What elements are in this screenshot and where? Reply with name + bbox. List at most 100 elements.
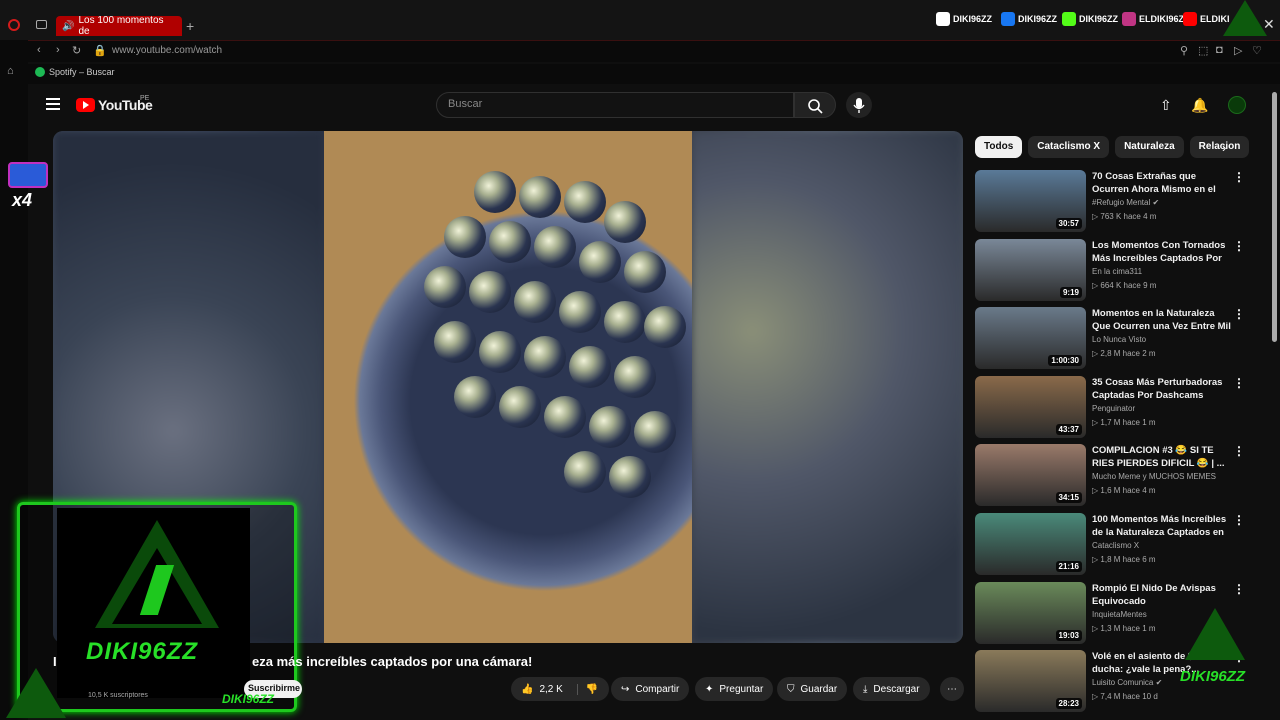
recommendation-thumbnail[interactable]: 43:37 — [975, 375, 1086, 438]
recommendation-thumbnail[interactable]: 30:57 — [975, 170, 1086, 232]
upload-age: hace 6 m — [1122, 555, 1156, 564]
recommendation-channel[interactable]: Penguinator — [1092, 404, 1135, 413]
share-label: Compartir — [635, 683, 680, 695]
mic-icon — [853, 98, 865, 113]
recommendation-title[interactable]: 70 Cosas Extrañas que Ocurren Ahora Mism… — [1092, 170, 1232, 197]
recommendation-title[interactable]: 35 Cosas Más Perturbadoras Captadas Por … — [1092, 376, 1232, 402]
views-icon: ▷ — [1092, 623, 1099, 633]
notifications-icon[interactable]: 🔔 — [1191, 97, 1208, 114]
download-button[interactable]: ⤓ Descargar — [853, 677, 930, 701]
snapshot-icon[interactable]: ⬚ — [1198, 44, 1208, 57]
search-button[interactable] — [794, 92, 836, 118]
recommendation-item[interactable]: 21:16 100 Momentos Más Increíbles de la N… — [975, 513, 1265, 575]
search-input[interactable]: Buscar — [436, 92, 794, 118]
channel-name: Mucho Meme y MUCHOS MEMES — [1092, 472, 1217, 482]
streamer-bottom-logo-icon — [6, 668, 66, 718]
recommendation-title[interactable]: COMPILACION #3 😂 SI TE RIES PIERDES DIFI… — [1092, 444, 1232, 470]
play-icon[interactable]: ▷ — [1234, 44, 1242, 57]
chip-3[interactable]: Relacion — [1189, 136, 1250, 158]
recommendation-meta: ▷ 7,4 M hace 10 d — [1092, 692, 1158, 701]
bookmark-spotify[interactable]: Spotify – Buscar — [35, 67, 115, 77]
chevron-right-icon[interactable]: › — [1222, 140, 1226, 155]
youtube-icon — [1183, 12, 1197, 26]
sidebar-pin-icon[interactable]: ⌂ — [7, 65, 14, 77]
recommendation-channel[interactable]: Luisito Comunica ✔ — [1092, 678, 1162, 687]
close-icon[interactable]: ✕ — [1263, 16, 1275, 33]
recommendation-title[interactable]: Momentos en la Naturaleza Que Ocurren un… — [1092, 307, 1232, 334]
social-handle: DIKI96ZZ — [936, 12, 992, 26]
recommendation-thumbnail[interactable]: 19:03 — [975, 581, 1086, 644]
recommendation-channel[interactable]: InquietaMentes — [1092, 610, 1147, 619]
video-blur-right — [692, 131, 963, 643]
menu-icon[interactable] — [46, 98, 60, 110]
scrollbar-thumb[interactable] — [1272, 92, 1277, 342]
views-count: 2,8 M — [1100, 349, 1121, 359]
upload-icon[interactable]: ⇧ — [1160, 97, 1172, 114]
back-icon[interactable]: ‹ — [37, 44, 41, 56]
dislike-icon[interactable]: 👎 — [576, 683, 598, 695]
recommendation-thumbnail[interactable]: 28:23 — [975, 650, 1086, 713]
more-options-icon[interactable]: ⋮ — [1233, 513, 1245, 527]
heart-icon[interactable]: ♡ — [1252, 44, 1262, 57]
ask-button[interactable]: ✦ Preguntar — [695, 677, 774, 701]
upload-age: hace 9 m — [1123, 280, 1157, 290]
streamer-logo-text: DIKI96ZZ — [86, 638, 199, 665]
new-tab-button[interactable]: + — [186, 18, 194, 34]
url-field[interactable]: www.youtube.com/watch — [112, 45, 222, 56]
chip-1[interactable]: Cataclismo X — [1028, 136, 1110, 158]
recommendation-item[interactable]: 1:00:30 Momentos en la Naturaleza Que Ocu… — [975, 307, 1265, 370]
views-count: 1,8 M — [1100, 555, 1121, 564]
video-title: eza más increíbles captados por una cáma… — [252, 654, 533, 669]
tab-overview-icon[interactable] — [36, 20, 47, 29]
more-options-icon[interactable]: ⋮ — [1233, 307, 1245, 321]
voice-search-button[interactable] — [846, 92, 872, 118]
recommendation-channel[interactable]: En la cima311 — [1092, 267, 1142, 276]
tab-youtube[interactable]: 🔊 Los 100 momentos de — [56, 15, 182, 37]
recommendation-title[interactable]: 100 Momentos Más Increíbles de la Natura… — [1092, 513, 1232, 540]
recommendation-thumbnail[interactable]: 21:16 — [975, 513, 1086, 575]
social-handle-label: ELDIKI96ZZ — [1139, 14, 1190, 24]
recommendation-meta: ▷ 2,8 M hace 2 m — [1092, 349, 1156, 358]
recommendation-item[interactable]: 9:19 Los Momentos Con Tornados Más Increí… — [975, 238, 1265, 301]
facebook-icon — [1001, 12, 1015, 26]
more-options-icon[interactable]: ⋮ — [1233, 376, 1245, 390]
recommendation-channel[interactable]: Mucho Meme y MUCHOS MEMES — [1092, 472, 1216, 481]
more-options-icon[interactable]: ⋮ — [1233, 582, 1245, 596]
recommendation-thumbnail[interactable]: 1:00:30 — [975, 307, 1086, 370]
like-count[interactable]: 2,2 K — [539, 684, 562, 695]
duration-badge: 30:57 — [1055, 218, 1082, 229]
recommendation-channel[interactable]: Cataclismo X — [1092, 541, 1139, 550]
recommendation-item[interactable]: 30:57 70 Cosas Extrañas que Ocurren Ahora… — [975, 170, 1265, 232]
views-count: 1,7 M — [1100, 417, 1121, 427]
more-actions-button[interactable]: ⋯ — [940, 677, 964, 701]
recommendation-channel[interactable]: Lo Nunca Visto — [1092, 335, 1146, 344]
channel-name: Luisito Comunica — [1092, 678, 1154, 688]
social-handle: DIKI96ZZ — [1062, 12, 1118, 26]
forward-icon[interactable]: › — [56, 44, 60, 56]
recommendation-meta: ▷ 1,8 M hace 6 m — [1092, 555, 1156, 564]
share-button[interactable]: ↪ Compartir — [611, 677, 690, 701]
recommendation-channel[interactable]: #Refugio Mental ✔ — [1092, 198, 1159, 207]
save-button[interactable]: ⛉ Guardar — [777, 677, 848, 701]
channel-name: #Refugio Mental — [1092, 198, 1151, 207]
more-options-icon[interactable]: ⋮ — [1233, 444, 1245, 458]
chip-0[interactable]: Todos — [975, 136, 1023, 158]
opera-logo-icon[interactable] — [8, 19, 20, 31]
more-options-icon[interactable]: ⋮ — [1233, 239, 1245, 253]
more-options-icon[interactable]: ⋮ — [1233, 170, 1245, 184]
pin-icon[interactable]: ⚲ — [1180, 44, 1188, 57]
channel-name: Penguinator — [1092, 403, 1136, 413]
shield-icon[interactable]: ◘ — [1216, 44, 1223, 56]
recommendation-thumbnail[interactable]: 34:15 — [975, 444, 1086, 507]
spotify-icon — [35, 67, 45, 77]
streamer-right-text: DIKI96ZZ — [1180, 668, 1246, 685]
recommendation-thumbnail[interactable]: 9:19 — [975, 238, 1086, 301]
recommendation-title[interactable]: Rompió El Nido De Avispas Equivocado — [1092, 582, 1232, 608]
avatar[interactable] — [1228, 96, 1246, 114]
chip-2[interactable]: Naturaleza — [1115, 136, 1184, 158]
recommendation-item[interactable]: 43:37 35 Cosas Más Perturbadoras Captadas… — [975, 375, 1265, 438]
recommendation-title[interactable]: Los Momentos Con Tornados Más Increíbles… — [1092, 239, 1232, 266]
reload-icon[interactable]: ↻ — [72, 44, 81, 57]
recommendation-item[interactable]: 34:15 COMPILACION #3 😂 SI TE RIES PIERDES… — [975, 444, 1265, 507]
like-icon[interactable]: 👍 — [521, 684, 533, 695]
